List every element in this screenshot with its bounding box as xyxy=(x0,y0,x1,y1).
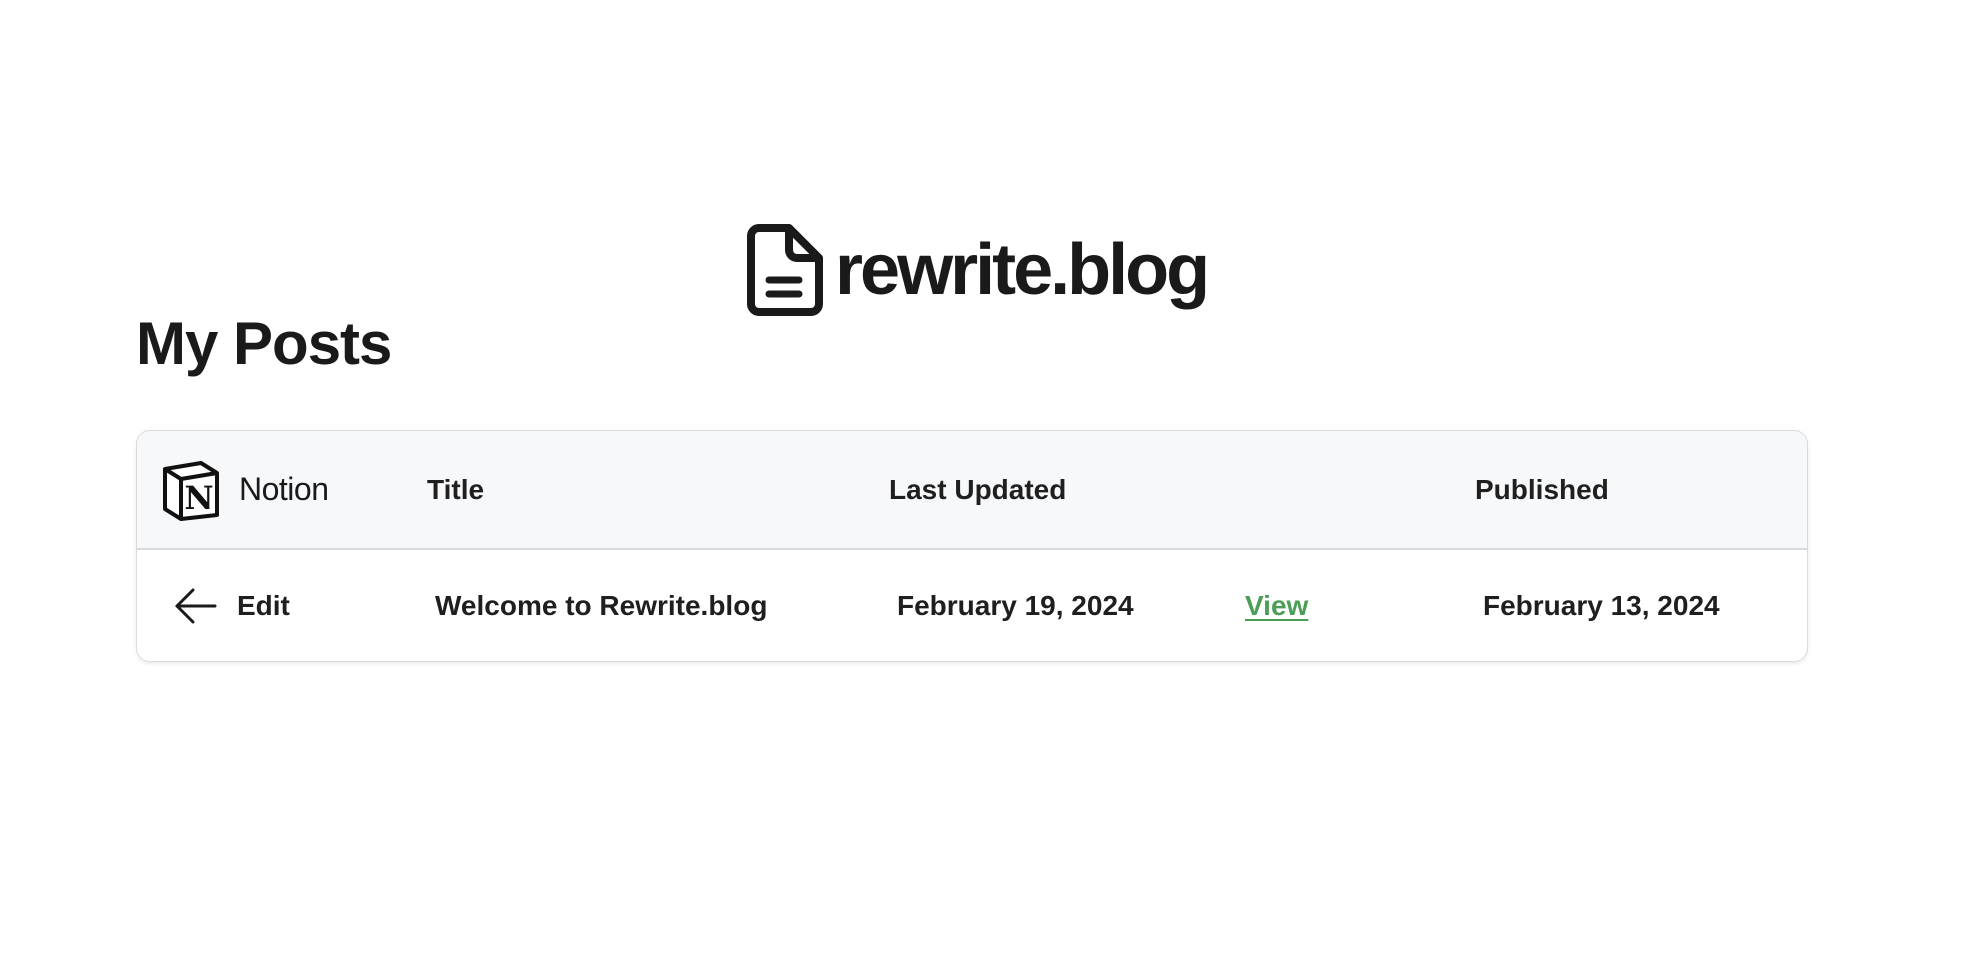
post-title: Welcome to Rewrite.blog xyxy=(435,589,768,621)
post-published-date: February 13, 2024 xyxy=(1483,589,1720,621)
notion-logo-icon: N xyxy=(163,460,219,521)
edit-label: Edit xyxy=(237,589,290,621)
brand-name: rewrite.blog xyxy=(835,230,1210,310)
post-title-cell: Welcome to Rewrite.blog xyxy=(435,550,767,661)
column-header-title-label: Title xyxy=(427,473,485,505)
post-last-updated-cell: February 19, 2024 xyxy=(897,550,1134,661)
column-header-last-updated-label: Last Updated xyxy=(889,473,1067,505)
view-link-cell: View xyxy=(1245,550,1308,661)
notion-header-cell: N Notion xyxy=(161,431,329,548)
arrow-left-icon xyxy=(175,588,217,623)
column-header-published: Published xyxy=(1475,431,1609,548)
brand-header[interactable]: rewrite.blog xyxy=(745,220,1210,320)
page: rewrite.blog My Posts N Notion Title Las… xyxy=(0,0,1978,960)
column-header-title: Title xyxy=(427,431,484,548)
post-published-cell: February 13, 2024 xyxy=(1483,550,1720,661)
page-title: My Posts xyxy=(136,310,392,377)
column-header-last-updated: Last Updated xyxy=(889,431,1066,548)
svg-text:N: N xyxy=(184,479,213,517)
view-link[interactable]: View xyxy=(1245,590,1308,622)
posts-table: N Notion Title Last Updated Published Ed… xyxy=(136,430,1808,662)
table-header: N Notion Title Last Updated Published xyxy=(137,431,1807,550)
table-row: Edit Welcome to Rewrite.blog February 19… xyxy=(137,550,1807,661)
column-header-published-label: Published xyxy=(1475,473,1609,505)
notion-label: Notion xyxy=(239,471,329,507)
post-last-updated: February 19, 2024 xyxy=(897,589,1134,621)
document-icon xyxy=(747,224,823,316)
edit-button[interactable]: Edit xyxy=(173,550,290,661)
